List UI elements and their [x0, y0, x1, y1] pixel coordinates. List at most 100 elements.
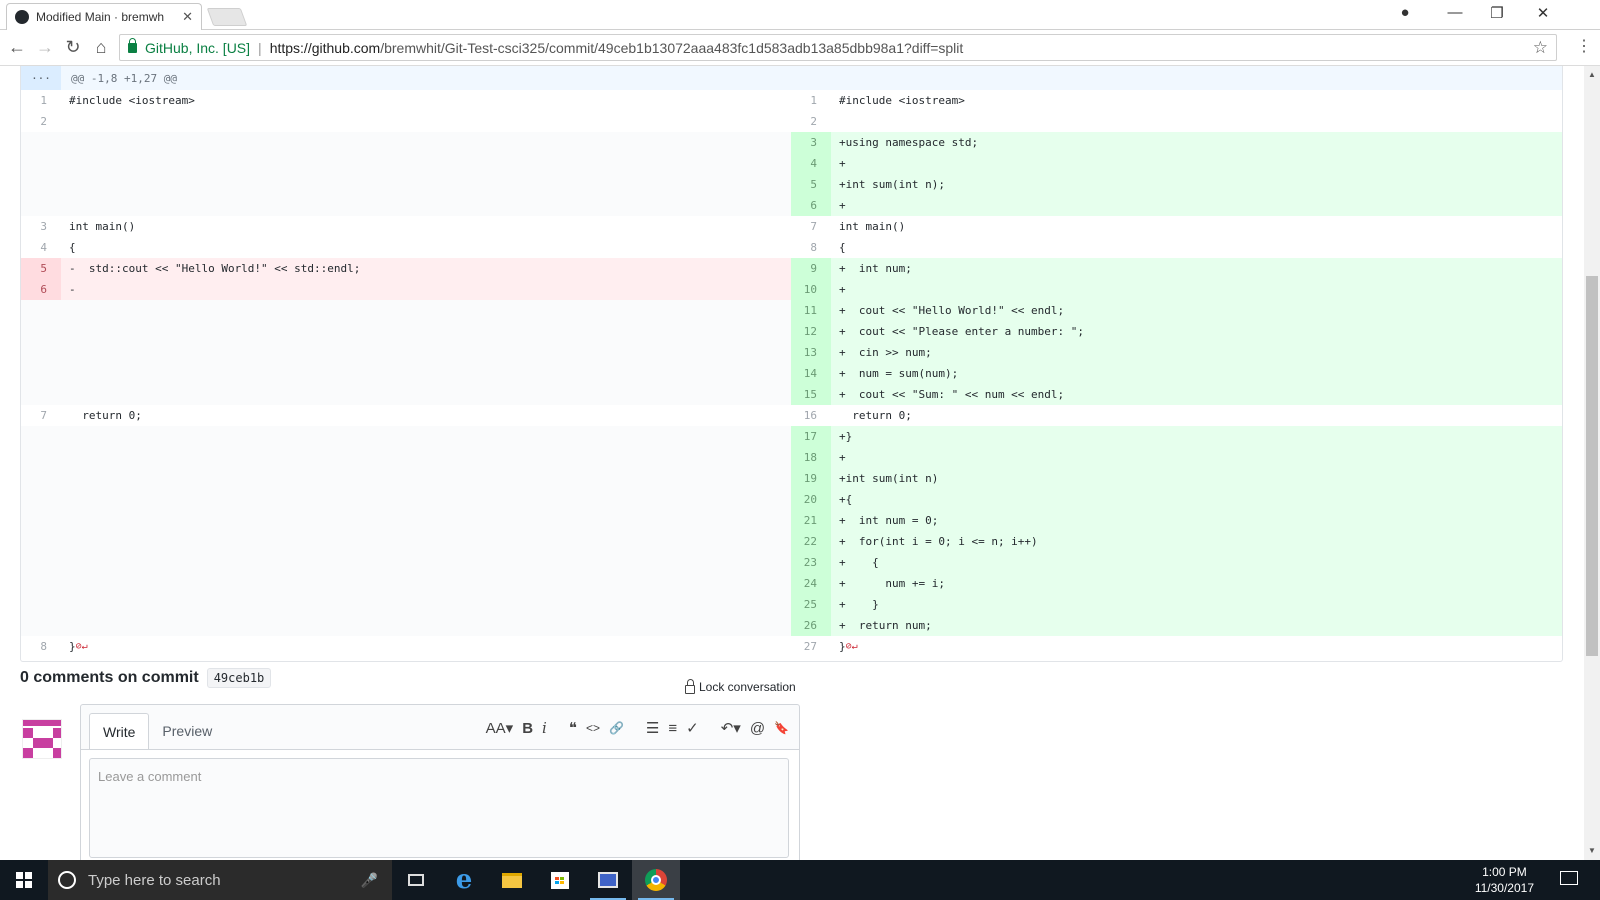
browser-tab[interactable]: Modified Main · bremwh ✕: [6, 3, 202, 30]
markdown-toolbar: AA▾ B i ❝ <> 🔗 ☰ ≡ ✓ ↶▾ @ 🔖: [477, 719, 789, 737]
line-number[interactable]: 25: [791, 594, 831, 615]
no-newline-icon: ⊘↵: [75, 641, 88, 652]
code-line: - std::cout << "Hello World!" << std::en…: [61, 258, 791, 279]
line-number[interactable]: 6: [791, 195, 831, 216]
numbered-list-icon[interactable]: ≡: [668, 720, 677, 737]
taskbar-clock[interactable]: 1:00 PM 11/30/2017: [1475, 864, 1534, 896]
task-view-button[interactable]: [392, 860, 440, 900]
forward-icon[interactable]: →: [33, 37, 57, 58]
scroll-up-icon[interactable]: ▲: [1588, 70, 1596, 79]
line-number[interactable]: 26: [791, 615, 831, 636]
minimize-icon[interactable]: —: [1440, 4, 1470, 21]
line-number[interactable]: 17: [791, 426, 831, 447]
task-view-icon: [408, 874, 424, 886]
microphone-icon[interactable]: 🎤: [361, 872, 378, 889]
line-number[interactable]: 10: [791, 279, 831, 300]
commit-sha-badge[interactable]: 49ceb1b: [206, 668, 272, 688]
page-scrollbar[interactable]: ▲ ▼: [1584, 66, 1600, 860]
line-number[interactable]: 22: [791, 531, 831, 552]
line-number[interactable]: 21: [791, 510, 831, 531]
hunk-range: @@ -1,8 +1,27 @@: [71, 71, 177, 85]
line-number[interactable]: 3: [791, 132, 831, 153]
line-number[interactable]: 1: [791, 90, 831, 111]
line-number[interactable]: 16: [791, 405, 831, 426]
restore-icon[interactable]: ❐: [1482, 4, 1512, 22]
diff-row: 19 +int sum(int n): [21, 468, 1562, 489]
diff-left-cell: [21, 363, 791, 384]
diff-left-cell: [21, 573, 791, 594]
line-number[interactable]: 12: [791, 321, 831, 342]
taskbar-search[interactable]: Type here to search 🎤: [48, 860, 392, 900]
diff-row: 6 +: [21, 195, 1562, 216]
bookmark-star-icon[interactable]: ☆: [1533, 38, 1548, 58]
line-number[interactable]: 23: [791, 552, 831, 573]
line-number[interactable]: 18: [791, 447, 831, 468]
file-explorer-button[interactable]: [488, 860, 536, 900]
start-button[interactable]: [0, 860, 48, 900]
italic-icon[interactable]: i: [542, 719, 547, 737]
line-number[interactable]: 1: [21, 90, 61, 111]
close-window-icon[interactable]: ✕: [1528, 4, 1558, 22]
line-number[interactable]: 5: [21, 258, 61, 279]
chrome-button[interactable]: [632, 860, 680, 900]
tab-preview[interactable]: Preview: [149, 713, 225, 750]
line-number[interactable]: 27: [791, 636, 831, 657]
line-number[interactable]: 8: [791, 237, 831, 258]
address-bar[interactable]: GitHub, Inc. [US] | https://github.com/b…: [119, 34, 1557, 61]
diff-left-cell: [21, 447, 791, 468]
line-number[interactable]: 6: [21, 279, 61, 300]
lock-conversation-button[interactable]: Lock conversation: [685, 678, 796, 694]
edge-button[interactable]: e: [440, 860, 488, 900]
diff-left-cell: [21, 489, 791, 510]
line-number[interactable]: 7: [21, 405, 61, 426]
line-number[interactable]: 2: [791, 111, 831, 132]
line-number[interactable]: 7: [791, 216, 831, 237]
link-icon[interactable]: 🔗: [609, 721, 624, 735]
bold-icon[interactable]: B: [522, 720, 533, 737]
line-number[interactable]: 2: [21, 111, 61, 132]
split-diff-table: ... @@ -1,8 +1,27 @@ 1 #include <iostream…: [20, 66, 1563, 662]
network-app-button[interactable]: [584, 860, 632, 900]
browser-menu-icon[interactable]: ⋮: [1576, 36, 1592, 56]
line-number[interactable]: 19: [791, 468, 831, 489]
profile-icon[interactable]: ●: [1390, 4, 1420, 21]
header-text-icon[interactable]: AA▾: [486, 719, 514, 737]
back-icon[interactable]: ←: [5, 37, 29, 58]
scroll-thumb[interactable]: [1586, 276, 1598, 656]
code-icon[interactable]: <>: [586, 721, 600, 735]
github-icon: [15, 10, 29, 24]
home-icon[interactable]: ⌂: [89, 37, 113, 58]
line-number[interactable]: 9: [791, 258, 831, 279]
scroll-down-icon[interactable]: ▼: [1588, 846, 1596, 855]
saved-reply-icon[interactable]: 🔖: [774, 721, 789, 735]
browser-tab-strip: Modified Main · bremwh ✕ ● — ❐ ✕: [0, 0, 1600, 30]
line-number[interactable]: 8: [21, 636, 61, 657]
diff-row: 4 +: [21, 153, 1562, 174]
line-number[interactable]: 20: [791, 489, 831, 510]
reply-icon[interactable]: ↶▾: [721, 719, 741, 737]
action-center-icon[interactable]: [1560, 871, 1578, 885]
tab-close-icon[interactable]: ✕: [182, 9, 193, 25]
expand-context-button[interactable]: ...: [21, 66, 61, 90]
store-button[interactable]: [536, 860, 584, 900]
line-number[interactable]: 5: [791, 174, 831, 195]
task-list-icon[interactable]: ✓: [686, 719, 699, 737]
line-number[interactable]: 15: [791, 384, 831, 405]
bulleted-list-icon[interactable]: ☰: [646, 719, 659, 737]
line-number[interactable]: 4: [21, 237, 61, 258]
line-number[interactable]: 24: [791, 573, 831, 594]
comment-textarea[interactable]: Leave a comment: [89, 758, 789, 858]
line-number[interactable]: 14: [791, 363, 831, 384]
line-number[interactable]: 4: [791, 153, 831, 174]
line-number[interactable]: 11: [791, 300, 831, 321]
browser-toolbar: ← → ↻ ⌂ GitHub, Inc. [US] | https://gith…: [0, 30, 1600, 66]
avatar[interactable]: [22, 719, 62, 759]
new-tab-button[interactable]: [206, 8, 248, 26]
reload-icon[interactable]: ↻: [61, 37, 85, 58]
tab-write[interactable]: Write: [89, 713, 150, 750]
quote-icon[interactable]: ❝: [569, 719, 577, 737]
mention-icon[interactable]: @: [750, 720, 765, 737]
line-number[interactable]: 3: [21, 216, 61, 237]
line-number[interactable]: 13: [791, 342, 831, 363]
diff-left-cell: 2: [21, 111, 791, 132]
